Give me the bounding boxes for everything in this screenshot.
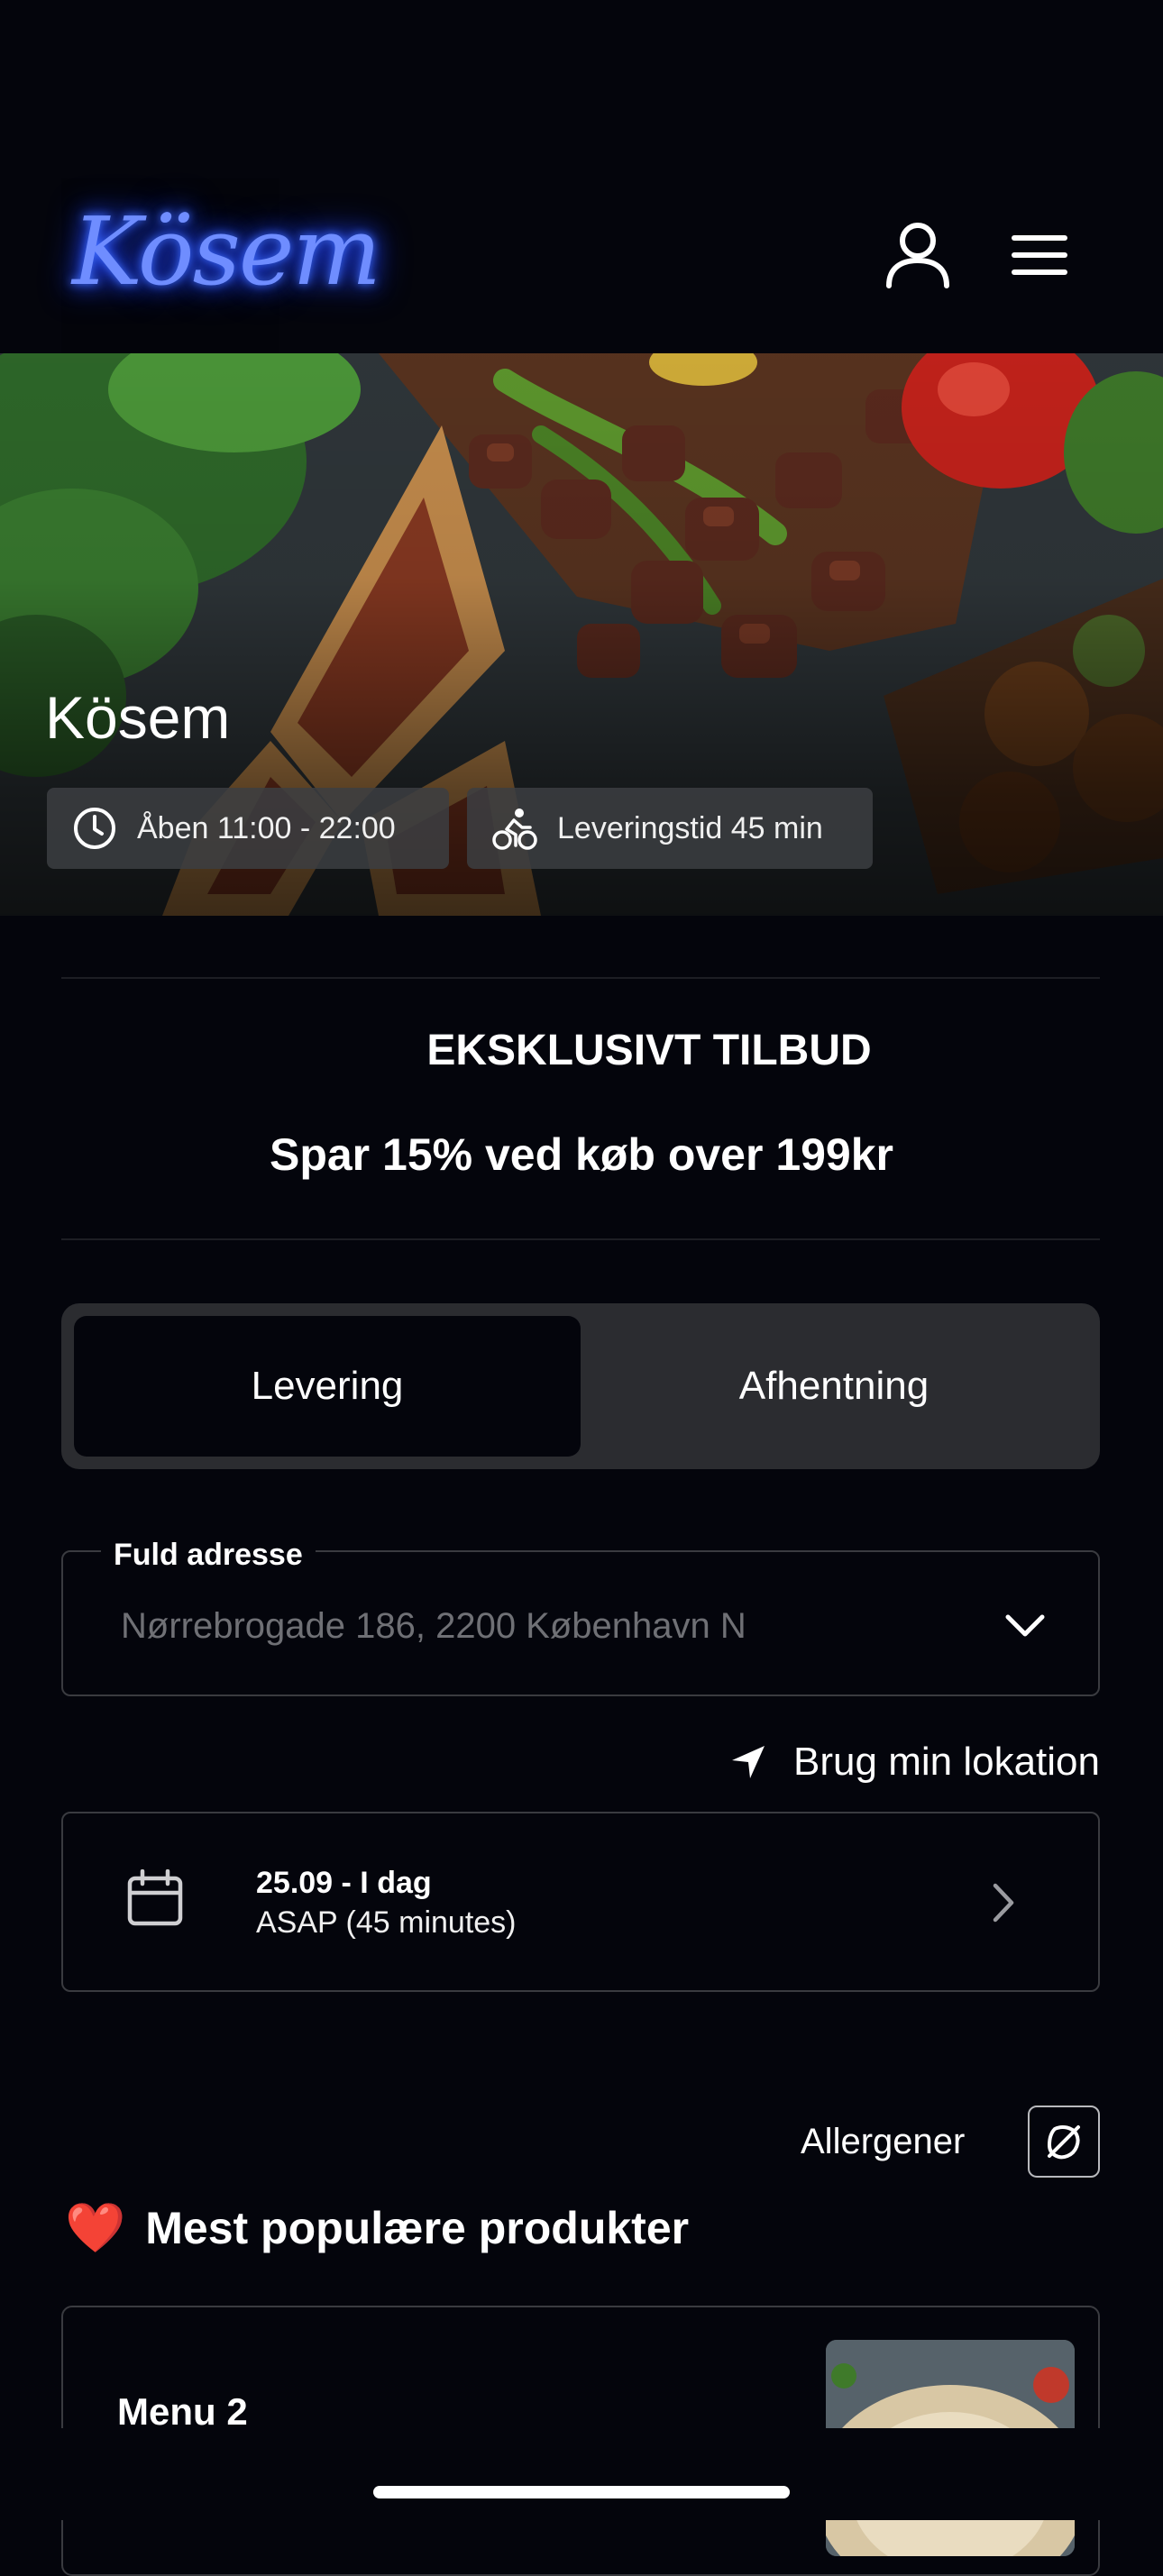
pickup-option[interactable]: Afhentning bbox=[581, 1316, 1087, 1457]
heart-icon: ❤️ bbox=[65, 2199, 126, 2256]
user-icon[interactable] bbox=[884, 221, 952, 289]
offer-subtitle: Spar 15% ved køb over 199kr bbox=[269, 1129, 894, 1180]
delivery-time-selector[interactable]: 25.09 - I dag ASAP (45 minutes) bbox=[61, 1812, 1100, 1992]
address-label: Fuld adresse bbox=[101, 1538, 316, 1573]
popular-products-title: Mest populære produkter bbox=[145, 2203, 690, 2253]
hamburger-menu-icon[interactable] bbox=[1010, 230, 1069, 280]
divider bbox=[61, 1238, 1100, 1240]
calendar-icon bbox=[127, 1869, 183, 1926]
bottom-safe-area bbox=[0, 2428, 1163, 2520]
delivery-option[interactable]: Levering bbox=[74, 1316, 581, 1457]
chevron-down-icon[interactable] bbox=[1003, 1603, 1048, 1648]
logo-text: Kösem bbox=[72, 196, 381, 306]
product-name: Menu 2 bbox=[117, 2390, 248, 2433]
popular-products-heading: ❤️ Mest populære produkter bbox=[65, 2199, 689, 2257]
selected-time: ASAP (45 minutes) bbox=[256, 1905, 517, 1940]
bicycle-courier-icon bbox=[492, 808, 537, 850]
allergen-filter-icon bbox=[1047, 2125, 1080, 2160]
allergen-filter-button[interactable] bbox=[1028, 2106, 1100, 2178]
allergens-label[interactable]: Allergener bbox=[801, 2122, 965, 2162]
order-type-toggle: Levering Afhentning bbox=[61, 1303, 1100, 1469]
address-input[interactable]: Nørrebrogade 186, 2200 København N bbox=[121, 1606, 746, 1647]
use-location-label: Brug min lokation bbox=[793, 1740, 1100, 1784]
opening-hours-text: Åben 11:00 - 22:00 bbox=[137, 810, 396, 845]
location-arrow-icon bbox=[732, 1746, 765, 1778]
use-location-button[interactable]: Brug min lokation bbox=[728, 1740, 1100, 1785]
restaurant-logo[interactable]: Kösem bbox=[61, 178, 381, 364]
delivery-time-chip: Leveringstid 45 min bbox=[467, 788, 873, 869]
delivery-time-text: Leveringstid 45 min bbox=[557, 810, 823, 845]
opening-hours-chip: Åben 11:00 - 22:00 bbox=[47, 788, 449, 869]
chevron-right-icon bbox=[993, 1883, 1014, 1923]
offer-title: EKSKLUSIVT TILBUD bbox=[426, 1027, 872, 1074]
selected-date: 25.09 - I dag bbox=[256, 1866, 432, 1900]
clock-icon bbox=[74, 808, 115, 849]
divider bbox=[61, 977, 1100, 979]
restaurant-name: Kösem bbox=[45, 684, 231, 751]
home-indicator[interactable] bbox=[373, 2486, 790, 2498]
hero-banner: Kösem Åben 11:00 - 22:00 Leveringstid 45… bbox=[0, 353, 1163, 916]
